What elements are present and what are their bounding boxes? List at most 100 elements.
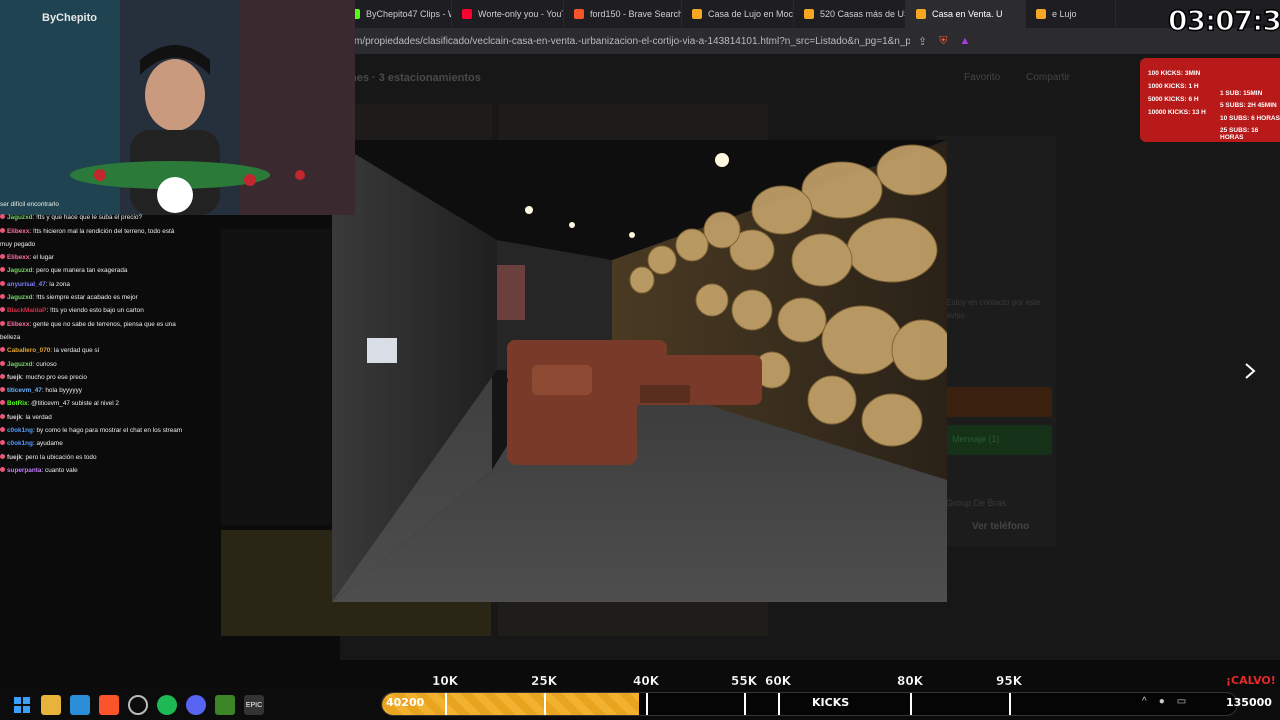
chat-message: c0ok1ng: ayudame (0, 437, 210, 450)
tab-favicon-icon (692, 9, 702, 19)
sub-goal: 5 SUBS: 2H 45MIN (1220, 102, 1277, 109)
user-badge-icon (0, 280, 5, 286)
brave-shield-icon[interactable]: ⛨ (939, 35, 947, 48)
chat-username[interactable]: Jaguzxd (7, 214, 33, 221)
chat-username[interactable]: Caballero_070 (7, 347, 50, 354)
chat-text: : curioso (32, 360, 57, 368)
spotify-icon[interactable] (157, 695, 177, 715)
chat-message: ser difícil encontrarlo (0, 198, 210, 211)
tab-favicon-icon (916, 9, 926, 19)
screen: nes · 3 estacionamientos Favorito Compar… (0, 0, 1280, 720)
chat-text: : !tts hicieron mal la rendición del ter… (29, 227, 175, 235)
whatsapp-button[interactable]: Mensaje (1) (946, 425, 1052, 455)
share-button[interactable]: Compartir (1026, 72, 1070, 83)
chat-message: BotRix: @titicevm_47 subiste al nivel 2 (0, 397, 210, 410)
chat-text: ser difícil encontrarlo (0, 201, 59, 208)
microphone-icon[interactable]: ● (1159, 696, 1165, 707)
discord-icon[interactable] (186, 695, 206, 715)
chat-username[interactable]: fuejk (7, 414, 22, 421)
kick-goal: 1000 KICKS: 1 H (1148, 83, 1199, 90)
chat-text: : by como le hago para mostrar el chat e… (32, 427, 183, 435)
chat-username[interactable]: titicevm_47 (7, 387, 42, 394)
chat-message: fuejk: mucho pro ese precio (0, 371, 210, 384)
browser-tab[interactable]: Casa de Lujo en Moco (682, 0, 794, 28)
chat-text: : ayudame (32, 440, 63, 448)
kick-goal-count: 135000 (1226, 696, 1272, 709)
chat-text: belleza (0, 333, 21, 341)
browser-tab[interactable]: e Lujo (1026, 0, 1116, 28)
photo-thumbnail[interactable] (498, 602, 768, 636)
gallery-photo (332, 140, 947, 602)
browser-tab[interactable]: Casa en Venta. U (906, 0, 1026, 28)
chat-username[interactable]: Jaguzxd (7, 294, 33, 301)
kick-goal: 5000 KICKS: 6 H (1148, 96, 1199, 103)
chevron-right-icon (1245, 363, 1256, 379)
user-badge-icon (0, 267, 5, 273)
browser-tab[interactable]: 520 Casas más de USD (794, 0, 906, 28)
chat-text: : !tts yo viendo esto bajo un carton (46, 307, 144, 315)
brave-icon[interactable] (99, 695, 119, 715)
contact-card (936, 136, 1056, 546)
chevron-up-icon[interactable]: ^ (1142, 696, 1147, 707)
chat-message: muy pegado (0, 238, 210, 251)
rewards-icon[interactable]: ▲ (959, 35, 970, 47)
browser-tab[interactable]: Worte-only you - YouT (452, 0, 564, 28)
chat-username[interactable]: Elibexx (7, 228, 29, 235)
tab-label: Casa en Venta. U (932, 9, 1003, 19)
photo-thumbnail[interactable] (221, 229, 331, 525)
photos-icon[interactable] (70, 695, 90, 715)
minecraft-icon[interactable] (215, 695, 235, 715)
show-phone-link[interactable]: Ver teléfono (972, 521, 1029, 532)
milestone-label: 25K (531, 674, 557, 688)
chat-username[interactable]: Elibexx (7, 321, 29, 328)
milestone-label: 95K (996, 674, 1022, 688)
browser-tab[interactable]: ford150 - Brave Search (564, 0, 682, 28)
chat-username[interactable]: Jaguzxd (7, 267, 33, 274)
tab-label: Worte-only you - YouT (478, 9, 564, 19)
chat-username[interactable]: c0ok1ng (7, 440, 33, 447)
user-badge-icon (0, 254, 5, 260)
chat-username[interactable]: Jaguzxd (7, 361, 33, 368)
address-bar: m/propiedades/clasificado/veclcain-casa-… (340, 28, 1280, 54)
next-photo-button[interactable] (1238, 358, 1262, 384)
file-explorer-icon[interactable] (41, 695, 61, 715)
contact-text: aviso (946, 311, 965, 320)
epic-games-icon[interactable]: EPIC (244, 695, 264, 715)
user-badge-icon (0, 373, 5, 379)
tab-favicon-icon (574, 9, 584, 19)
sub-goal: 1 SUB: 15MIN (1220, 90, 1263, 97)
windows-start-icon[interactable] (12, 695, 32, 715)
tab-label: e Lujo (1052, 9, 1077, 19)
chat-username[interactable]: fuejk (7, 454, 22, 461)
url-field[interactable]: m/propiedades/clasificado/veclcain-casa-… (340, 36, 910, 47)
kick-goal: 100 KICKS: 3MIN (1148, 70, 1201, 77)
tab-label: ford150 - Brave Search (590, 9, 682, 19)
display-icon[interactable]: ▭ (1177, 696, 1186, 707)
chat-message: superpanta: cuanto vale (0, 464, 210, 477)
chat-message: belleza (0, 331, 210, 344)
milestone-label: 10K (432, 674, 458, 688)
share-icon[interactable]: ⇪ (918, 35, 927, 48)
user-badge-icon (0, 347, 5, 353)
contact-button[interactable] (946, 387, 1052, 417)
chat-username[interactable]: superpanta (7, 467, 41, 474)
chat-username[interactable]: fuejk (7, 374, 22, 381)
chat-text: : !tts siempre estar acabado es mejor (32, 294, 138, 302)
user-badge-icon (0, 453, 5, 459)
chat-username[interactable]: BlackMaldaP (7, 307, 46, 314)
chat-text: muy pegado (0, 240, 36, 248)
chat-username[interactable]: anyurisal_47 (7, 281, 46, 288)
chat-username[interactable]: Elibexx (7, 254, 29, 261)
chat-username[interactable]: BotRix (7, 400, 28, 407)
kick-goal-reward: ¡CALVO! (1226, 674, 1276, 687)
chat-text: : la verdad que sí (50, 347, 100, 355)
network-icon[interactable] (128, 695, 148, 715)
chat-text: : pero que manera tan exagerada (32, 267, 128, 275)
user-badge-icon (0, 400, 5, 406)
tab-favicon-icon (1036, 9, 1046, 19)
browser-tab[interactable]: ByChepito47 Clips - W (340, 0, 452, 28)
user-badge-icon (0, 320, 5, 326)
favorite-button[interactable]: Favorito (964, 72, 1000, 83)
chat-username[interactable]: c0ok1ng (7, 427, 33, 434)
milestone-label: 40K (633, 674, 659, 688)
